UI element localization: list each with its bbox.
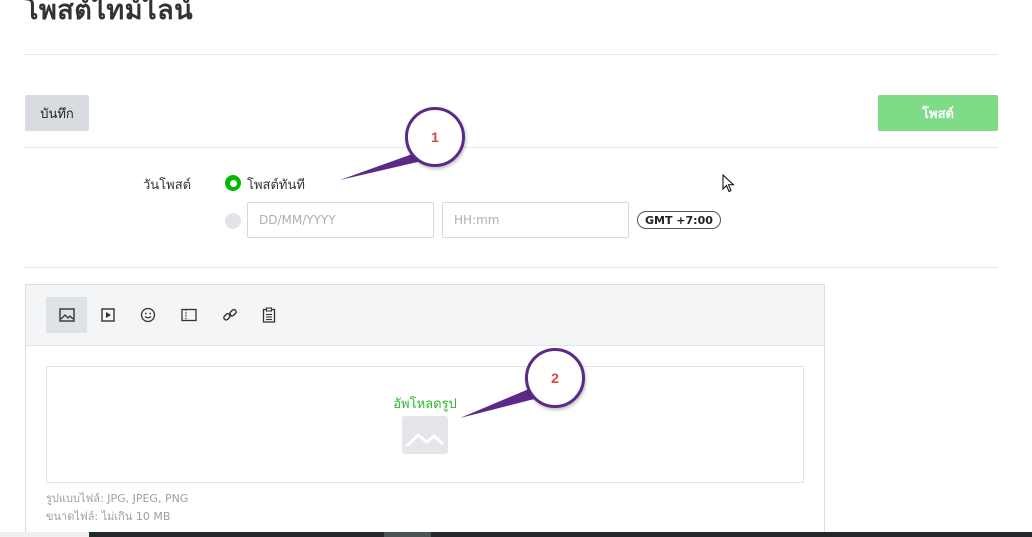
callout-pointers	[340, 152, 546, 418]
mouse-cursor-icon	[722, 174, 735, 193]
callout-2: 2	[525, 348, 585, 408]
callout-1: 1	[405, 107, 465, 167]
